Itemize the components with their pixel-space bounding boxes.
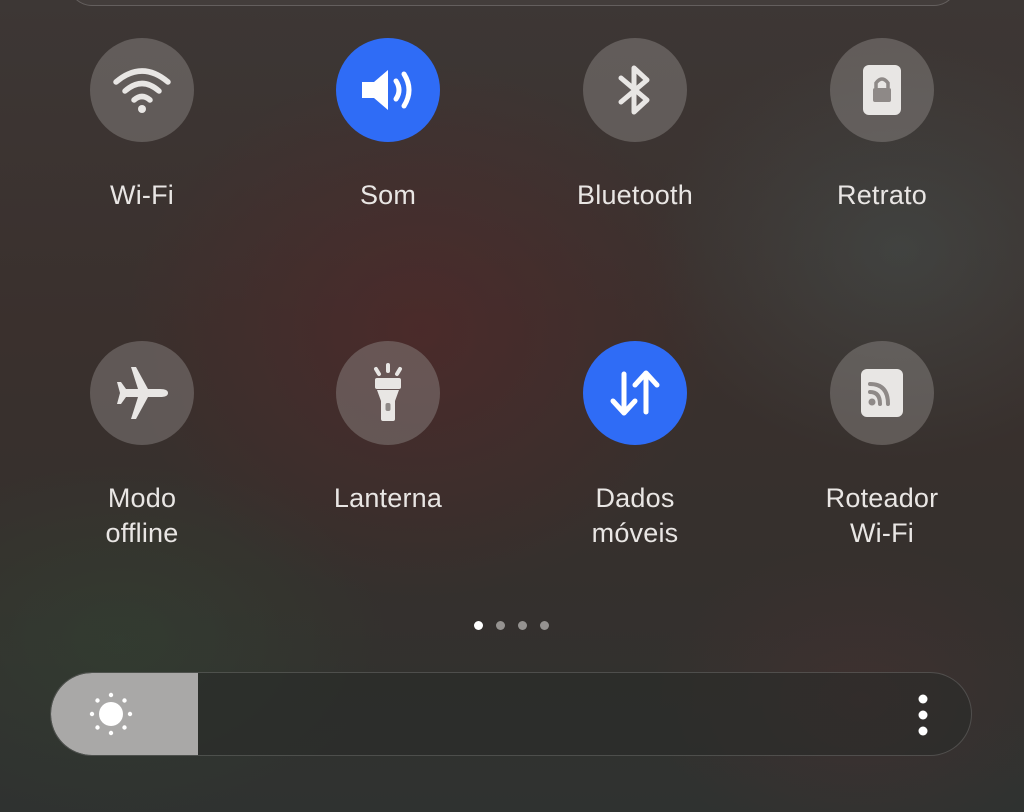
tile-flashlight-button[interactable]	[336, 341, 440, 445]
tile-flashlight-label: Lanterna	[333, 483, 443, 513]
tile-bluetooth-label: Bluetooth	[577, 180, 693, 210]
tile-mobile-data-button[interactable]	[583, 341, 687, 445]
tile-flashlight[interactable]: Lanterna	[288, 341, 488, 516]
tile-sound[interactable]: Som	[288, 38, 488, 213]
bluetooth-icon	[618, 65, 650, 115]
page-indicator	[474, 621, 549, 630]
mobile-data-icon	[610, 370, 660, 416]
tile-airplane-label: Modo offline	[105, 483, 179, 548]
hotspot-icon	[861, 369, 903, 417]
tile-hotspot[interactable]: Roteador Wi-Fi	[782, 341, 982, 551]
tile-wifi[interactable]: Wi-Fi	[42, 38, 242, 213]
tile-airplane[interactable]: Modo offline	[42, 341, 242, 551]
airplane-icon	[117, 367, 168, 419]
tile-wifi-label: Wi-Fi	[110, 180, 174, 210]
sun-icon	[89, 692, 133, 736]
tile-bluetooth-button[interactable]	[583, 38, 687, 142]
tile-airplane-button[interactable]	[90, 341, 194, 445]
page-dot-1[interactable]	[474, 621, 483, 630]
tile-hotspot-button[interactable]	[830, 341, 934, 445]
page-dot-4[interactable]	[540, 621, 549, 630]
tile-mobile-data[interactable]: Dados móveis	[535, 341, 735, 551]
tile-portrait-button[interactable]	[830, 38, 934, 142]
top-panel-edge	[68, 0, 958, 6]
flashlight-icon	[374, 363, 402, 421]
tile-mobile-data-label: Dados móveis	[591, 483, 679, 548]
portrait-lock-icon	[863, 65, 901, 115]
wifi-icon	[113, 68, 171, 113]
tile-sound-button[interactable]	[336, 38, 440, 142]
more-vertical-icon[interactable]	[911, 691, 935, 739]
tile-bluetooth[interactable]: Bluetooth	[535, 38, 735, 213]
sound-icon	[362, 70, 412, 110]
brightness-slider[interactable]	[50, 672, 972, 756]
tile-wifi-button[interactable]	[90, 38, 194, 142]
page-dot-2[interactable]	[496, 621, 505, 630]
tile-portrait[interactable]: Retrato	[782, 38, 982, 213]
tile-sound-label: Som	[359, 180, 417, 210]
tile-hotspot-label: Roteador Wi-Fi	[825, 483, 939, 548]
page-dot-3[interactable]	[518, 621, 527, 630]
tile-portrait-label: Retrato	[837, 180, 927, 210]
